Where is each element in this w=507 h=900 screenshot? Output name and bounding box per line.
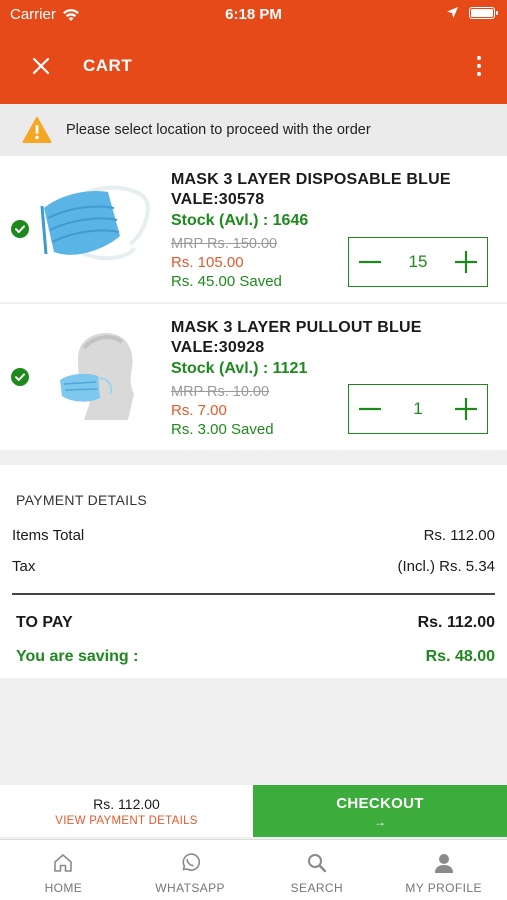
saved-amount: Rs. 45.00 Saved <box>171 273 282 290</box>
checkout-footer: Rs. 112.00 VIEW PAYMENT DETAILS CHECKOUT… <box>0 785 507 837</box>
tab-whatsapp-label: WHATSAPP <box>155 881 225 895</box>
saving-label: You are saving : <box>16 648 139 665</box>
divider <box>12 593 495 595</box>
footer-amount: Rs. 112.00 <box>93 796 160 812</box>
tab-home-label: HOME <box>44 881 83 895</box>
selling-price: Rs. 7.00 <box>171 402 227 419</box>
items-total-row: Items Total Rs. 112.00 <box>12 527 495 544</box>
tax-row: Tax (Incl.) Rs. 5.34 <box>12 558 495 575</box>
cart-item: MASK 3 LAYER DISPOSABLE BLUE VALE:30578 … <box>0 156 507 302</box>
quantity-value: 1 <box>413 399 423 418</box>
tab-home[interactable]: HOME <box>0 840 127 900</box>
battery-icon <box>469 6 498 19</box>
payment-details: PAYMENT DETAILS Items Total Rs. 112.00 T… <box>0 465 507 678</box>
plus-icon[interactable] <box>451 247 481 277</box>
selected-check-icon[interactable] <box>11 220 29 238</box>
tab-my-profile-label: MY PROFILE <box>405 881 482 895</box>
clock: 6:18 PM <box>225 6 282 23</box>
quantity-stepper: 15 <box>348 237 488 287</box>
app-bar: CART <box>0 30 507 104</box>
to-pay-row: TO PAY Rs. 112.00 <box>16 614 495 632</box>
profile-icon <box>434 854 453 873</box>
saving-value: Rs. 48.00 <box>425 648 495 665</box>
checkout-button[interactable]: CHECKOUT → <box>253 785 507 837</box>
status-right <box>446 6 498 19</box>
tab-search[interactable]: SEARCH <box>254 840 381 900</box>
product-name: MASK 3 LAYER PULLOUT BLUE VALE:30928 <box>171 319 422 356</box>
home-icon <box>54 854 73 872</box>
arrow-right-icon: → <box>374 815 386 829</box>
checkout-label: CHECKOUT <box>336 795 424 812</box>
mrp-price: MRP Rs. 150.00 <box>171 236 278 252</box>
payment-heading: PAYMENT DETAILS <box>16 492 148 508</box>
quantity-value: 15 <box>408 252 428 271</box>
saving-row: You are saving : Rs. 48.00 <box>16 648 495 666</box>
tab-whatsapp[interactable]: WHATSAPP <box>127 840 254 900</box>
tax-label: Tax <box>12 558 36 575</box>
mrp-price: MRP Rs. 10.00 <box>171 384 270 400</box>
warning-icon <box>22 117 52 143</box>
minus-icon[interactable] <box>355 394 385 424</box>
to-pay-value: Rs. 112.00 <box>417 614 495 631</box>
more-menu-icon[interactable] <box>469 52 489 80</box>
search-icon <box>307 854 327 873</box>
mannequin-with-mask-icon <box>60 333 134 420</box>
tax-value: (Incl.) Rs. 5.34 <box>397 558 495 575</box>
status-bar: Carrier 6:18 PM <box>0 0 507 30</box>
product-name: MASK 3 LAYER DISPOSABLE BLUE VALE:30578 <box>171 171 451 208</box>
plus-icon[interactable] <box>451 394 481 424</box>
selling-price: Rs. 105.00 <box>171 254 244 271</box>
close-icon[interactable] <box>28 53 54 79</box>
stock-available: Stock (Avl.) : 1646 <box>171 212 309 229</box>
view-payment-details-link[interactable]: VIEW PAYMENT DETAILS <box>0 815 253 827</box>
items-total-value: Rs. 112.00 <box>423 527 495 544</box>
view-payment-details-button[interactable]: Rs. 112.00 VIEW PAYMENT DETAILS <box>0 785 253 837</box>
quantity-stepper: 1 <box>348 384 488 434</box>
bottom-tab-bar: HOME WHATSAPP SEARCH MY PROFILE <box>0 839 507 900</box>
notice-message: Please select location to proceed with t… <box>66 122 371 138</box>
blue-surgical-mask-icon <box>40 185 150 261</box>
tab-my-profile[interactable]: MY PROFILE <box>380 840 507 900</box>
tab-search-label: SEARCH <box>290 881 344 895</box>
page-title: CART <box>83 56 133 75</box>
stock-available: Stock (Avl.) : 1121 <box>171 360 308 377</box>
items-total-label: Items Total <box>12 527 85 544</box>
to-pay-label: TO PAY <box>16 614 73 631</box>
selected-check-icon[interactable] <box>11 368 29 386</box>
minus-icon[interactable] <box>355 247 385 277</box>
location-notice: Please select location to proceed with t… <box>0 104 507 156</box>
whatsapp-icon <box>182 853 201 871</box>
saved-amount: Rs. 3.00 Saved <box>171 421 274 438</box>
cart-item: MASK 3 LAYER PULLOUT BLUE VALE:30928 Sto… <box>0 304 507 450</box>
location-arrow-icon <box>447 7 458 18</box>
